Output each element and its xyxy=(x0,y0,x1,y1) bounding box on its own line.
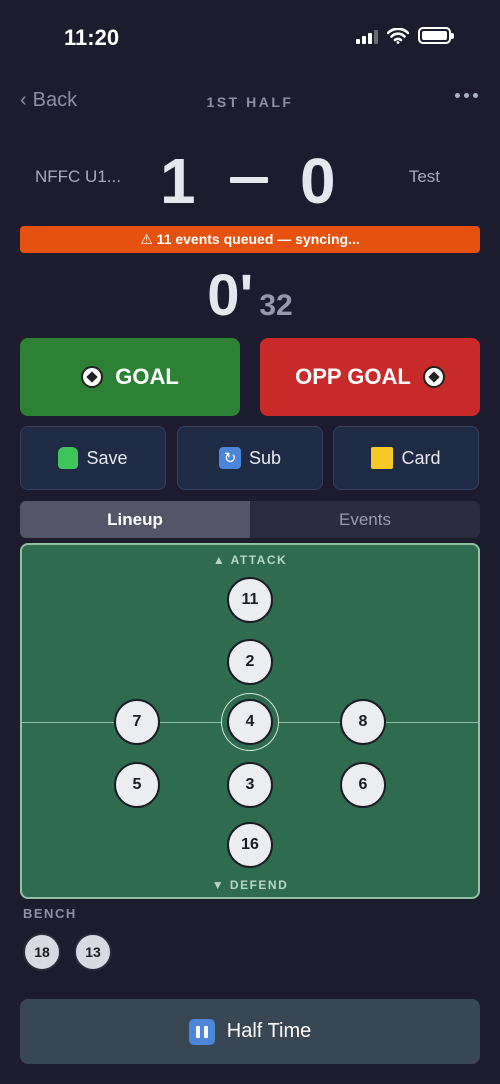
status-time: 11:20 xyxy=(64,25,120,50)
scoreboard: NFFC U1... 1 0 Test xyxy=(0,140,500,217)
soccer-ball-icon xyxy=(422,366,445,388)
soccer-ball-icon xyxy=(81,366,104,388)
player-chip[interactable]: 8 xyxy=(340,699,386,745)
yellow-card-icon xyxy=(371,447,394,469)
player-chip[interactable]: 3 xyxy=(227,762,273,808)
opp-goal-button[interactable]: OPP GOAL xyxy=(260,338,480,416)
player-chip[interactable]: 16 xyxy=(227,822,273,868)
tab-lineup[interactable]: Lineup xyxy=(20,501,250,538)
card-label: Card xyxy=(401,447,441,468)
nav-bar: ‹ Back 1ST HALF xyxy=(0,85,500,119)
away-team-name: Test xyxy=(408,167,440,186)
goal-button[interactable]: GOAL xyxy=(20,338,240,416)
bench-player-chip[interactable]: 13 xyxy=(74,933,112,971)
player-chip[interactable]: 5 xyxy=(114,762,160,808)
player-chip[interactable]: 7 xyxy=(114,699,160,745)
pitch: ▲ ATTACK 11 2 7 4 8 5 3 6 16 ▼ DEFEND xyxy=(20,543,480,899)
home-score: 1 xyxy=(160,145,196,217)
match-clock: 0' 32 xyxy=(0,262,500,329)
sub-button[interactable]: ↻ Sub xyxy=(177,426,323,490)
player-chip[interactable]: 2 xyxy=(227,639,273,685)
view-tabs: Lineup Events xyxy=(20,501,480,538)
score-separator xyxy=(230,177,268,183)
defend-label: ▼ DEFEND xyxy=(211,878,289,892)
period-title: 1ST HALF xyxy=(206,94,294,110)
more-options-icon[interactable] xyxy=(455,93,478,98)
bench-list: 18 13 xyxy=(23,933,112,971)
sub-label: Sub xyxy=(248,447,282,468)
player-chip[interactable]: 6 xyxy=(340,762,386,808)
signal-icon xyxy=(356,28,378,44)
player-chip[interactable]: 11 xyxy=(227,577,273,623)
goalkeeper-glove-icon xyxy=(58,447,79,469)
battery-icon xyxy=(418,27,454,44)
bench-player-chip[interactable]: 18 xyxy=(23,933,61,971)
bench-title: BENCH xyxy=(23,906,77,921)
half-time-label: Half Time xyxy=(226,1020,312,1042)
pause-icon xyxy=(188,1018,215,1045)
attack-label: ▲ ATTACK xyxy=(212,553,288,567)
substitution-cycle-icon: ↻ xyxy=(218,447,241,469)
clock-minutes: 0' xyxy=(207,263,254,328)
wifi-icon xyxy=(387,27,409,44)
save-button[interactable]: Save xyxy=(20,426,166,490)
status-icons xyxy=(356,27,454,44)
status-bar: 11:20 xyxy=(0,0,500,75)
goal-label: GOAL xyxy=(115,364,179,389)
sync-banner: ⚠ 11 events queued — syncing... xyxy=(20,226,480,253)
home-team-name: NFFC U1... xyxy=(35,167,121,186)
opp-goal-label: OPP GOAL xyxy=(295,364,411,389)
tab-events[interactable]: Events xyxy=(250,501,480,538)
player-chip-selected[interactable]: 4 xyxy=(227,699,273,745)
away-score: 0 xyxy=(300,145,336,217)
half-time-button[interactable]: Half Time xyxy=(20,999,480,1064)
save-label: Save xyxy=(86,447,128,468)
clock-seconds: 32 xyxy=(259,289,293,322)
card-button[interactable]: Card xyxy=(333,426,479,490)
